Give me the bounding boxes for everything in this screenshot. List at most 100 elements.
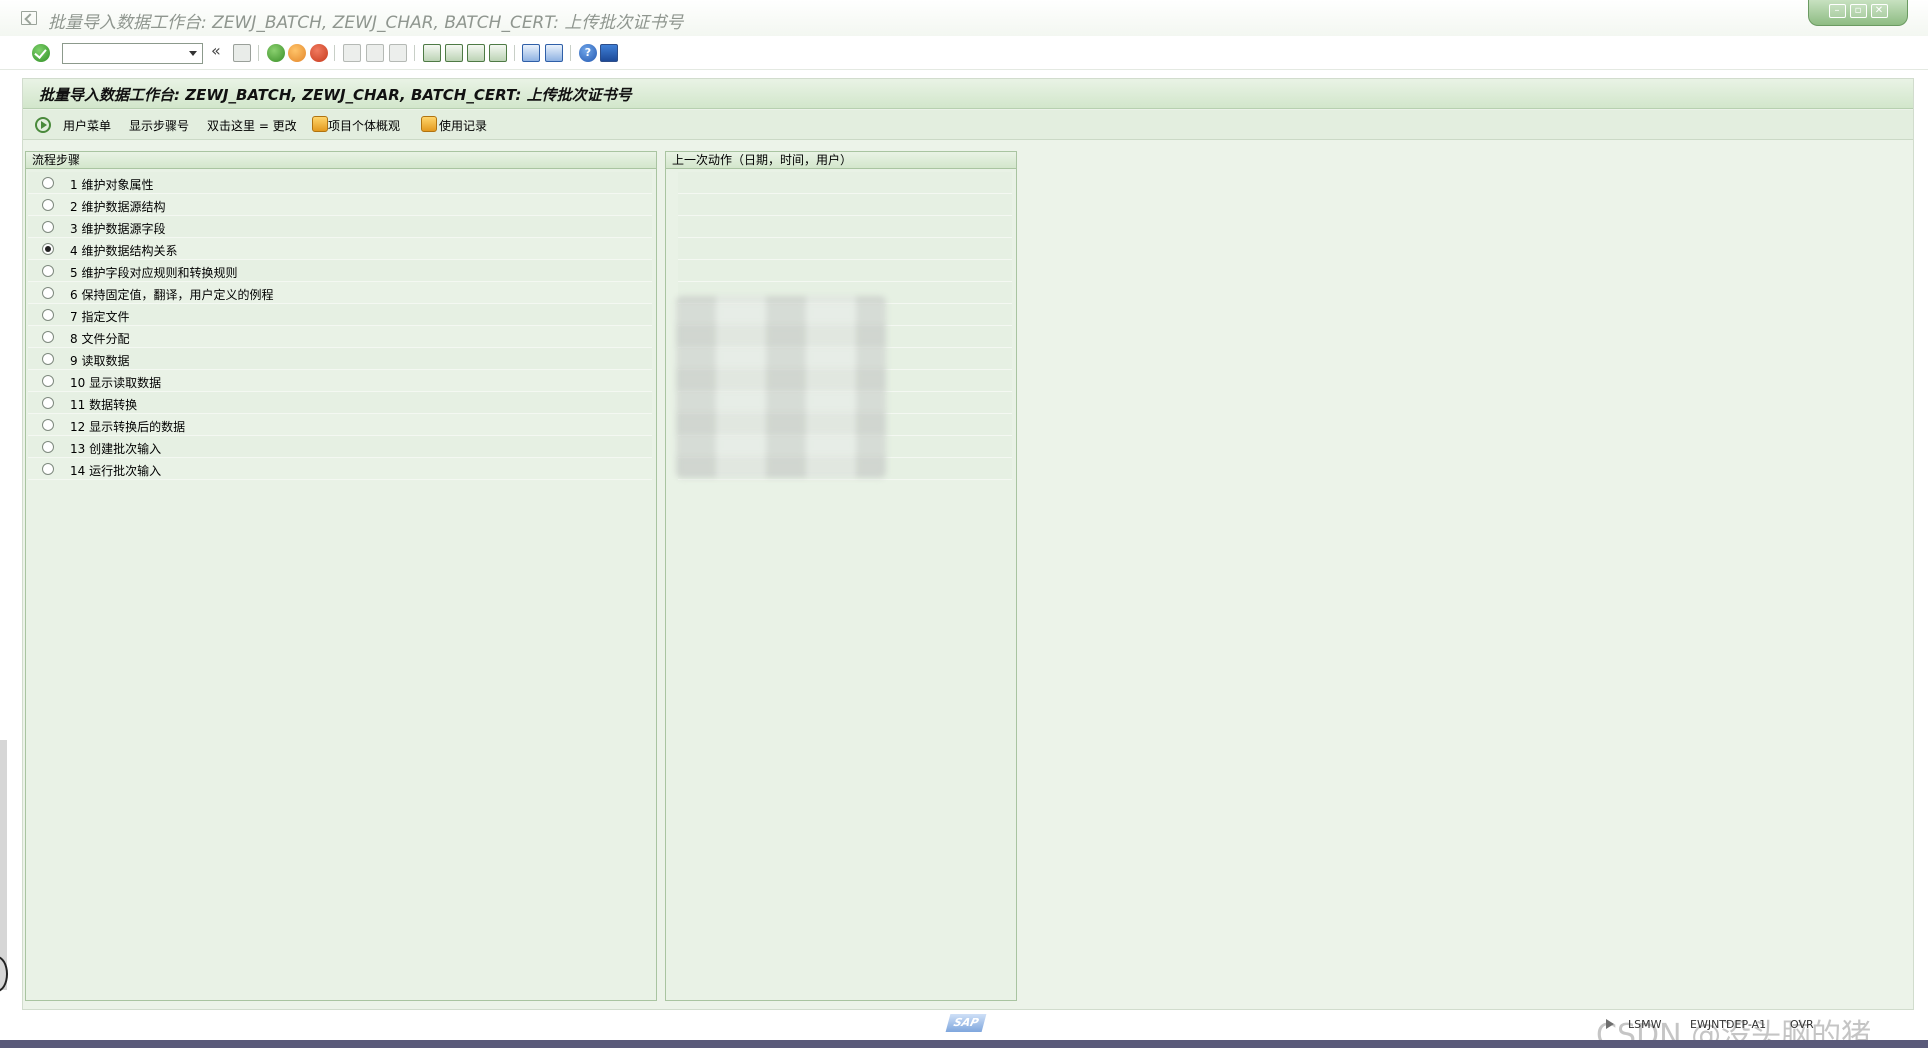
status-mode: OVR — [1790, 1018, 1814, 1031]
step-label[interactable]: 7 指定文件 — [70, 308, 129, 325]
step-label[interactable]: 14 运行批次输入 — [70, 462, 161, 479]
project-overview-icon — [312, 116, 328, 132]
step-label[interactable]: 8 文件分配 — [70, 330, 129, 347]
step-label[interactable]: 3 维护数据源字段 — [70, 220, 165, 237]
step-label[interactable]: 5 维护字段对应规则和转换规则 — [70, 264, 237, 281]
last-action-row — [678, 238, 1012, 260]
last-action-row — [678, 194, 1012, 216]
collapse-command-field-icon[interactable]: « — [211, 41, 229, 60]
step-row[interactable]: 1 维护对象属性 — [28, 172, 652, 194]
left-edge-scrollbar — [0, 740, 7, 990]
create-session-icon[interactable] — [522, 44, 540, 62]
step-radio-button[interactable] — [42, 441, 54, 453]
step-radio-button[interactable] — [42, 463, 54, 475]
step-row[interactable]: 8 文件分配 — [28, 326, 652, 348]
step-radio-button[interactable] — [42, 177, 54, 189]
step-radio-button[interactable] — [42, 243, 54, 255]
execute-icon[interactable] — [35, 117, 51, 133]
step-radio-button[interactable] — [42, 419, 54, 431]
toolbar-separator — [258, 45, 259, 61]
step-row[interactable]: 14 运行批次输入 — [28, 458, 652, 480]
print-icon[interactable] — [343, 44, 361, 62]
find-next-icon[interactable] — [389, 44, 407, 62]
minimize-icon[interactable]: – — [1828, 4, 1846, 18]
step-radio-button[interactable] — [42, 199, 54, 211]
command-field[interactable] — [62, 43, 203, 64]
window-title-bar: 批量导入数据工作台: ZEWJ_BATCH, ZEWJ_CHAR, BATCH_… — [0, 0, 1928, 36]
play-icon[interactable] — [1606, 1019, 1614, 1029]
step-radio-button[interactable] — [42, 397, 54, 409]
window-controls: – ▫ ✕ — [1808, 0, 1908, 26]
step-radio-button[interactable] — [42, 331, 54, 343]
help-icon[interactable]: ? — [579, 44, 597, 62]
last-page-icon[interactable] — [489, 44, 507, 62]
step-radio-button[interactable] — [42, 221, 54, 233]
screen-title-bar: 批量导入数据工作台: ZEWJ_BATCH, ZEWJ_CHAR, BATCH_… — [23, 79, 1913, 109]
step-label[interactable]: 2 维护数据源结构 — [70, 198, 165, 215]
step-label[interactable]: 6 保持固定值，翻译，用户定义的例程 — [70, 286, 273, 303]
toolbar-separator — [514, 45, 515, 61]
step-label[interactable]: 12 显示转换后的数据 — [70, 418, 185, 435]
step-radio-button[interactable] — [42, 287, 54, 299]
step-radio-button[interactable] — [42, 375, 54, 387]
main-screen: 批量导入数据工作台: ZEWJ_BATCH, ZEWJ_CHAR, BATCH_… — [22, 78, 1914, 1010]
standard-toolbar: « ? — [0, 36, 1928, 70]
step-row[interactable]: 7 指定文件 — [28, 304, 652, 326]
toolbar-separator — [570, 45, 571, 61]
step-radio-button[interactable] — [42, 353, 54, 365]
step-label[interactable]: 9 读取数据 — [70, 352, 129, 369]
status-bar: SAP CSDN @没头脑的猪 LSMW EWJNTDEP-A1 OVR — [0, 1010, 1928, 1048]
status-system: LSMW — [1628, 1018, 1662, 1031]
step-label[interactable]: 10 显示读取数据 — [70, 374, 161, 391]
status-server: EWJNTDEP-A1 — [1690, 1018, 1767, 1031]
user-menu-button[interactable]: 用户菜单 — [63, 117, 111, 134]
step-row[interactable]: 3 维护数据源字段 — [28, 216, 652, 238]
last-action-header: 上一次动作（日期，时间，用户） — [666, 152, 1016, 169]
previous-page-icon[interactable] — [445, 44, 463, 62]
step-radio-button[interactable] — [42, 265, 54, 277]
step-row[interactable]: 9 读取数据 — [28, 348, 652, 370]
exit-icon[interactable] — [288, 44, 306, 62]
show-step-numbers-button[interactable]: 显示步骤号 — [129, 117, 189, 134]
project-overview-button[interactable]: 项目个体概观 — [328, 117, 400, 134]
step-row[interactable]: 13 创建批次输入 — [28, 436, 652, 458]
usage-log-icon — [421, 116, 437, 132]
step-label[interactable]: 4 维护数据结构关系 — [70, 242, 177, 259]
find-icon[interactable] — [366, 44, 384, 62]
step-label[interactable]: 13 创建批次输入 — [70, 440, 161, 457]
double-click-change-button[interactable]: 双击这里 = 更改 — [207, 117, 297, 134]
window-title: 批量导入数据工作台: ZEWJ_BATCH, ZEWJ_CHAR, BATCH_… — [48, 13, 684, 33]
step-row[interactable]: 11 数据转换 — [28, 392, 652, 414]
taskbar-strip — [0, 1040, 1928, 1048]
next-page-icon[interactable] — [467, 44, 485, 62]
back-icon[interactable] — [267, 44, 285, 62]
step-radio-button[interactable] — [42, 309, 54, 321]
toolbar-separator — [334, 45, 335, 61]
save-icon[interactable] — [233, 44, 251, 62]
step-row[interactable]: 2 维护数据源结构 — [28, 194, 652, 216]
step-row[interactable]: 5 维护字段对应规则和转换规则 — [28, 260, 652, 282]
customize-layout-icon[interactable] — [600, 44, 618, 62]
step-row[interactable]: 10 显示读取数据 — [28, 370, 652, 392]
step-label[interactable]: 1 维护对象属性 — [70, 176, 153, 193]
toolbar-separator — [414, 45, 415, 61]
redacted-area — [676, 296, 886, 478]
last-action-row — [678, 216, 1012, 238]
cancel-icon[interactable] — [310, 44, 328, 62]
screen-icon — [21, 11, 37, 25]
step-row[interactable]: 4 维护数据结构关系 — [28, 238, 652, 260]
generate-shortcut-icon[interactable] — [545, 44, 563, 62]
enter-icon[interactable] — [32, 44, 50, 62]
close-icon[interactable]: ✕ — [1870, 4, 1888, 18]
chevron-down-icon[interactable] — [185, 44, 201, 62]
sap-logo: SAP — [945, 1014, 987, 1032]
process-steps-panel: 流程步骤 1 维护对象属性 2 维护数据源结构 3 维护数据源字段 4 维护数据结构关… — [25, 151, 657, 1001]
step-row[interactable]: 6 保持固定值，翻译，用户定义的例程 — [28, 282, 652, 304]
first-page-icon[interactable] — [423, 44, 441, 62]
application-toolbar: 用户菜单 显示步骤号 双击这里 = 更改 项目个体概观 使用记录 — [23, 110, 1913, 140]
last-action-row — [678, 260, 1012, 282]
restore-icon[interactable]: ▫ — [1849, 4, 1867, 18]
step-row[interactable]: 12 显示转换后的数据 — [28, 414, 652, 436]
usage-log-button[interactable]: 使用记录 — [439, 117, 487, 134]
step-label[interactable]: 11 数据转换 — [70, 396, 137, 413]
